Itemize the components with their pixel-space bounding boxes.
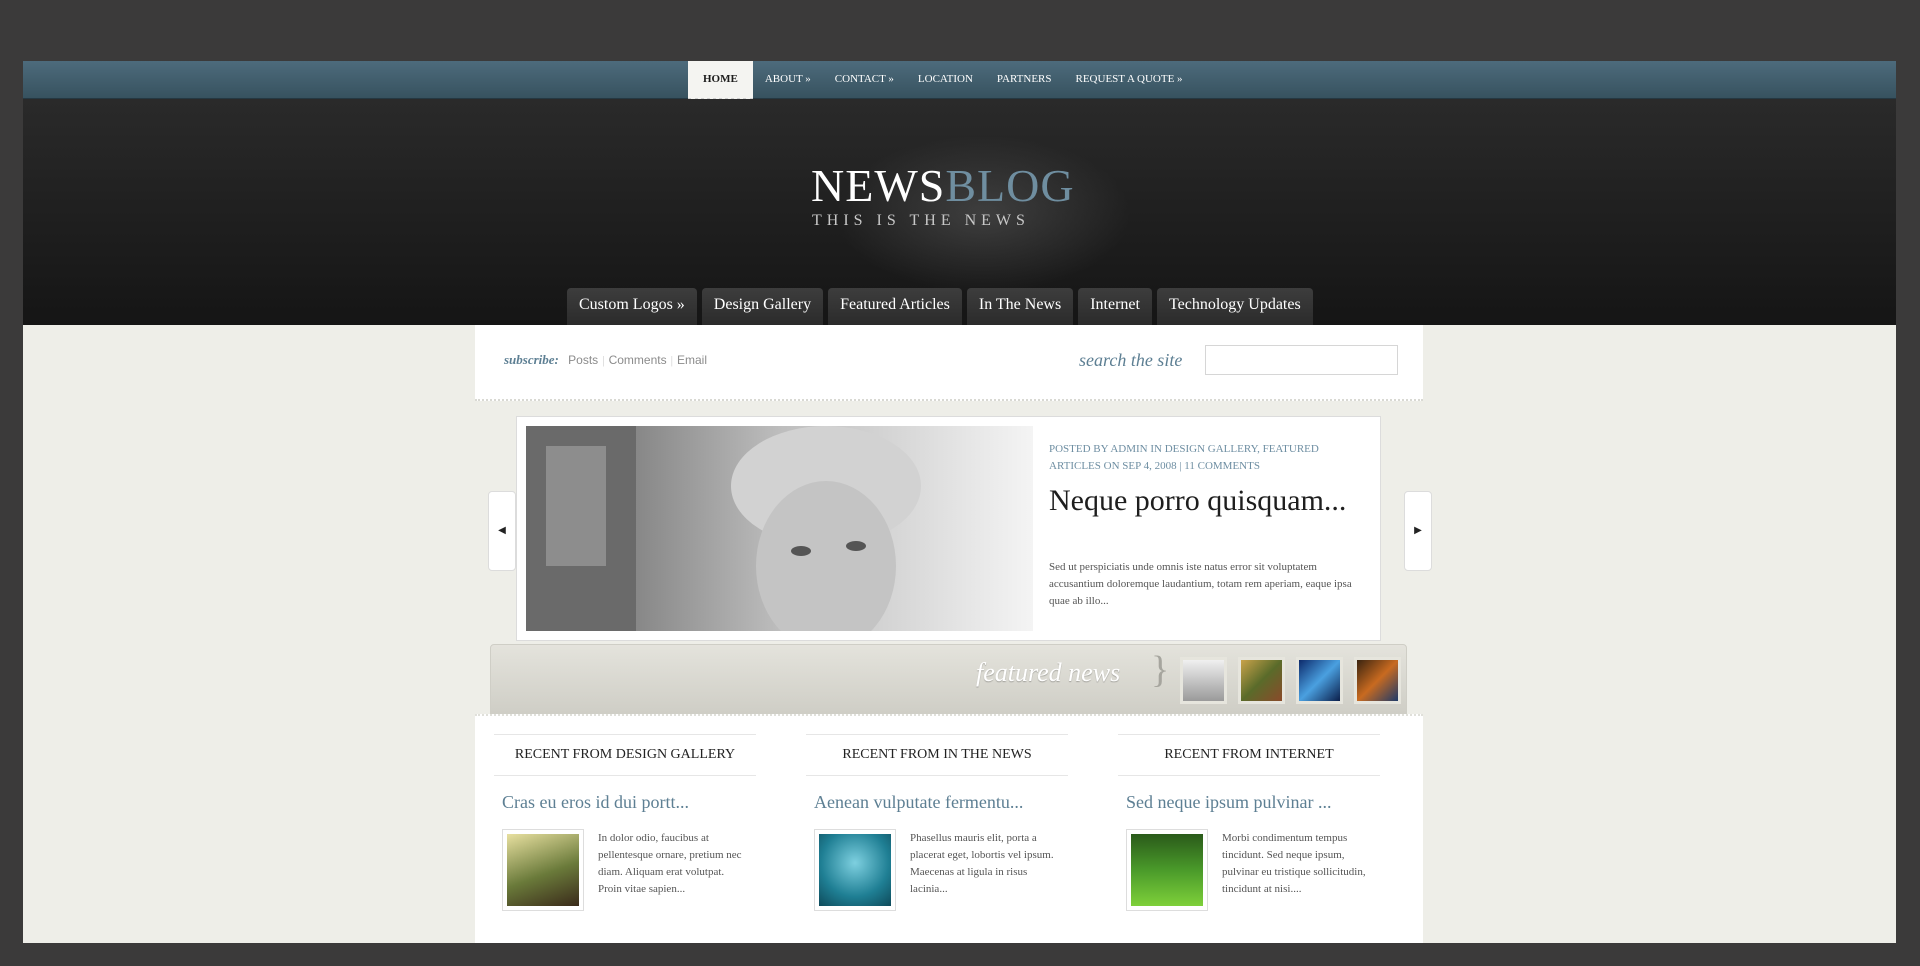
topnav-item-home[interactable]: HOME bbox=[688, 61, 753, 101]
site-logo[interactable]: NEWSBLOG bbox=[811, 163, 1075, 209]
brace-icon: } bbox=[1151, 649, 1170, 691]
topnav-item-location[interactable]: LOCATION bbox=[906, 61, 985, 98]
arrow-right-icon: ▶ bbox=[1414, 525, 1422, 536]
featured-news-label: featured news bbox=[976, 658, 1121, 687]
site-header: NEWSBLOG THIS IS THE NEWS Custom Logos »… bbox=[23, 99, 1896, 325]
category-tab-internet[interactable]: Internet bbox=[1078, 288, 1152, 325]
featured-news-strip: featured news } bbox=[490, 644, 1407, 714]
featured-slider: POSTED BY ADMIN IN DESIGN GALLERY, FEATU… bbox=[516, 416, 1381, 641]
logo-blog: BLOG bbox=[945, 160, 1075, 211]
logo-news: NEWS bbox=[811, 160, 946, 211]
category-tab-technology-updates[interactable]: Technology Updates bbox=[1156, 288, 1313, 325]
topnav-item-request-quote[interactable]: REQUEST A QUOTE » bbox=[1064, 61, 1195, 98]
separator: | bbox=[602, 353, 605, 367]
featured-post-title[interactable]: Neque porro quisquam... bbox=[1049, 485, 1349, 516]
recent-post-title[interactable]: Aenean vulputate fermentu... bbox=[814, 792, 1023, 813]
search-label: search the site bbox=[1079, 350, 1183, 370]
category-tab-featured-articles[interactable]: Featured Articles bbox=[828, 288, 962, 325]
featured-thumb-3[interactable] bbox=[1296, 657, 1343, 704]
arrow-left-icon: ◀ bbox=[498, 525, 506, 536]
category-tab-design-gallery[interactable]: Design Gallery bbox=[701, 288, 824, 325]
slider-prev-button[interactable]: ◀ bbox=[488, 491, 516, 571]
recent-post-title[interactable]: Cras eu eros id dui portt... bbox=[502, 792, 689, 813]
subscribe-label: subscribe: bbox=[504, 352, 559, 367]
subscribe-comments-link[interactable]: Comments bbox=[609, 353, 667, 367]
subscribe-posts-link[interactable]: Posts bbox=[568, 353, 598, 367]
recent-posts-section: RECENT FROM DESIGN GALLERY Cras eu eros … bbox=[475, 714, 1423, 943]
featured-photo-girl bbox=[526, 426, 1033, 631]
subscribe-search-bar: subscribe: Posts | Comments | Email search t… bbox=[475, 325, 1423, 401]
topnav-item-about[interactable]: ABOUT » bbox=[753, 61, 823, 98]
page-frame: HOME ABOUT » CONTACT » LOCATION PARTNERS… bbox=[23, 61, 1896, 943]
featured-thumb-4[interactable] bbox=[1354, 657, 1401, 704]
top-navigation: HOME ABOUT » CONTACT » LOCATION PARTNERS… bbox=[23, 61, 1896, 101]
slider-next-button[interactable]: ▶ bbox=[1404, 491, 1432, 571]
topnav-item-contact[interactable]: CONTACT » bbox=[823, 61, 906, 98]
category-navigation: Custom Logos » Design Gallery Featured A… bbox=[567, 288, 1313, 325]
topnav-item-partners[interactable]: PARTNERS bbox=[985, 61, 1064, 98]
recent-heading: RECENT FROM INTERNET bbox=[1118, 734, 1380, 776]
recent-post-excerpt: In dolor odio, faucibus at pellentesque … bbox=[598, 832, 742, 895]
recent-post-excerpt: Morbi condimentum tempus tincidunt. Sed … bbox=[1222, 832, 1366, 895]
category-tab-in-the-news[interactable]: In The News bbox=[966, 288, 1074, 325]
recent-heading: RECENT FROM DESIGN GALLERY bbox=[494, 734, 756, 776]
featured-thumb-1[interactable] bbox=[1180, 657, 1227, 704]
subscribe-email-link[interactable]: Email bbox=[677, 353, 707, 367]
featured-post-excerpt: Sed ut perspiciatis unde omnis iste natu… bbox=[1049, 561, 1352, 607]
recent-post-thumbnail[interactable] bbox=[502, 829, 584, 911]
category-tab-custom-logos[interactable]: Custom Logos » bbox=[567, 288, 697, 325]
featured-image[interactable] bbox=[526, 426, 1033, 631]
subscribe-links: subscribe: Posts | Comments | Email bbox=[504, 352, 707, 368]
recent-heading: RECENT FROM IN THE NEWS bbox=[806, 734, 1068, 776]
separator: | bbox=[670, 353, 673, 367]
recent-post-title[interactable]: Sed neque ipsum pulvinar ... bbox=[1126, 792, 1331, 813]
featured-post-meta: POSTED BY ADMIN IN DESIGN GALLERY, FEATU… bbox=[1049, 443, 1319, 472]
recent-post-excerpt: Phasellus mauris elit, porta a placerat … bbox=[910, 832, 1054, 895]
search-input[interactable] bbox=[1205, 345, 1398, 375]
site-tagline: THIS IS THE NEWS bbox=[812, 212, 1030, 229]
recent-post-thumbnail[interactable] bbox=[814, 829, 896, 911]
featured-thumb-2[interactable] bbox=[1238, 657, 1285, 704]
recent-post-thumbnail[interactable] bbox=[1126, 829, 1208, 911]
